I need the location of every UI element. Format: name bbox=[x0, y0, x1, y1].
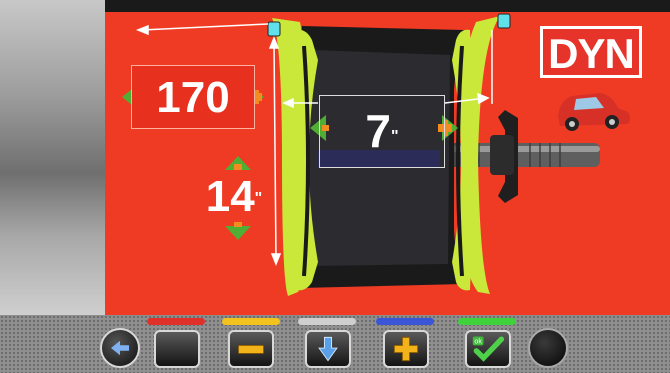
diameter-dimension-line bbox=[273, 41, 277, 261]
clip-right-icon bbox=[497, 13, 511, 29]
plus-icon bbox=[393, 336, 419, 362]
offset-arrow-right bbox=[477, 92, 490, 105]
back-button[interactable] bbox=[100, 328, 140, 368]
diameter-decrease-arrow[interactable] bbox=[225, 222, 251, 240]
offset-number: 7 bbox=[365, 105, 391, 157]
minus-button[interactable] bbox=[228, 330, 274, 368]
wheel-balancer-screen: DYN 170 14" 7" ok bbox=[0, 0, 670, 373]
width-dimension-line bbox=[141, 23, 269, 31]
minus-icon bbox=[238, 344, 264, 354]
confirm-button-indicator bbox=[458, 318, 516, 325]
plus-button[interactable] bbox=[383, 330, 429, 368]
diameter-arrow-up bbox=[268, 35, 280, 49]
offset-value: 7" bbox=[319, 95, 445, 168]
circle-button[interactable] bbox=[528, 328, 568, 368]
wing-nut-icon bbox=[490, 110, 518, 203]
width-value: 170 bbox=[131, 65, 255, 129]
plus-button-indicator bbox=[376, 318, 434, 325]
ok-text: ok bbox=[474, 338, 482, 346]
offset-unit: " bbox=[391, 128, 399, 145]
mode-badge: DYN bbox=[540, 26, 642, 78]
diameter-number: 14 bbox=[205, 172, 255, 221]
arrow-left-icon bbox=[111, 340, 129, 356]
function-toolbar: ok bbox=[0, 315, 670, 373]
blank-button[interactable] bbox=[154, 330, 200, 368]
minus-button-indicator bbox=[222, 318, 280, 325]
confirm-button[interactable]: ok bbox=[465, 330, 511, 368]
diameter-value: 14" bbox=[198, 171, 270, 223]
diameter-arrow-down bbox=[270, 253, 282, 267]
clip-left-icon bbox=[267, 21, 281, 37]
checkmark-icon: ok bbox=[472, 336, 505, 362]
diameter-unit: " bbox=[254, 190, 263, 207]
down-button[interactable] bbox=[305, 330, 351, 368]
blank-button-indicator bbox=[147, 318, 205, 325]
down-button-indicator bbox=[298, 318, 356, 325]
car-icon bbox=[558, 93, 630, 131]
arrow-down-icon bbox=[318, 336, 338, 362]
width-arrowhead bbox=[135, 24, 149, 36]
diameter-increase-arrow[interactable] bbox=[225, 156, 251, 170]
